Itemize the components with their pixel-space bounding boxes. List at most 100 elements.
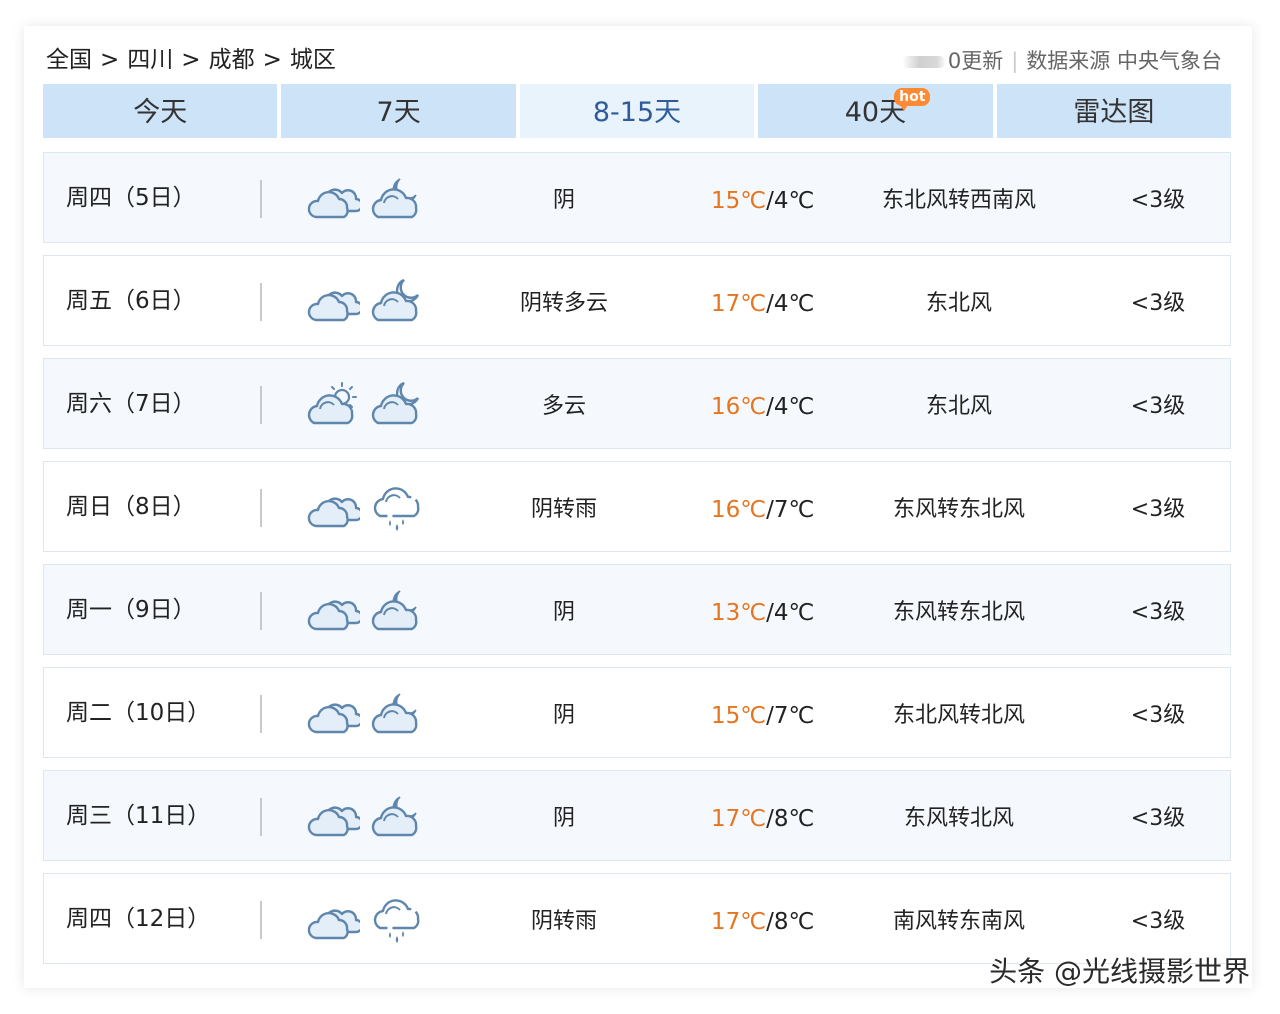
temperature-high: 17℃	[711, 806, 767, 832]
source-provider: 中央气象台	[1117, 49, 1222, 73]
wind-level: <3级	[1130, 188, 1186, 213]
tab-7-days[interactable]: 7天	[281, 84, 516, 138]
weather-condition: 阴	[552, 703, 575, 728]
temperature-high: 16℃	[711, 497, 767, 523]
day-label: 周三（11日）	[66, 803, 211, 829]
temperature: 17℃/8℃	[711, 874, 814, 970]
wind-level: <3级	[1130, 703, 1186, 728]
temperature-high: 13℃	[711, 600, 767, 626]
breadcrumb: 全国 > 四川 > 成都 > 城区	[46, 44, 336, 76]
breadcrumb-item-country[interactable]: 全国	[46, 47, 92, 73]
temperature-low: /4℃	[766, 600, 815, 626]
temperature: 15℃/4℃	[711, 153, 814, 249]
hot-badge: hot	[894, 88, 931, 111]
forecast-tabs: 今天 7天 8-15天 40天 hot 雷达图	[43, 84, 1232, 138]
temperature-low: /7℃	[766, 497, 815, 523]
watermark: 头条 @光线摄影世界	[989, 955, 1250, 988]
data-source: 0更新 | 数据来源 中央气象台	[901, 46, 1222, 76]
forecast-row: 周一（9日） 阴 13℃/4℃ 东风转东北风 <3级	[43, 564, 1231, 655]
day-label: 周六（7日）	[66, 391, 196, 417]
wind-level: <3级	[1130, 394, 1186, 419]
breadcrumb-separator: >	[262, 47, 282, 73]
update-text: 0更新	[947, 49, 1004, 73]
weather-icons	[306, 173, 436, 223]
tab-8-15-days[interactable]: 8-15天	[519, 84, 755, 138]
temperature-high: 16℃	[711, 394, 767, 420]
forecast-row: 周日（8日） 阴转雨 16℃/7℃ 东风转东北风 <3级	[43, 461, 1231, 552]
weather-icons	[306, 482, 436, 532]
tab-40-days[interactable]: 40天 hot	[758, 84, 993, 138]
divider	[260, 695, 262, 733]
wind-level: <3级	[1130, 291, 1186, 316]
tab-today[interactable]: 今天	[43, 84, 278, 138]
weather-icons	[306, 585, 436, 635]
divider: |	[1011, 49, 1019, 73]
tab-label: 今天	[133, 97, 188, 128]
day-label: 周四（12日）	[66, 906, 211, 932]
breadcrumb-item-city[interactable]: 成都	[209, 47, 255, 73]
temperature: 16℃/4℃	[711, 359, 814, 455]
wind-direction: 东北风转西南风	[881, 188, 1036, 213]
weather-condition: 多云	[541, 394, 586, 419]
breadcrumb-item-district: 城区	[289, 47, 336, 73]
source-label: 数据来源	[1026, 49, 1111, 73]
wind-direction: 东风转东北风	[892, 497, 1025, 522]
tab-radar[interactable]: 雷达图	[996, 84, 1232, 138]
wind-direction: 东风转北风	[903, 806, 1014, 831]
wind-level: <3级	[1130, 497, 1186, 522]
tab-label: 8-15天	[592, 97, 682, 128]
divider	[260, 901, 262, 939]
temperature: 15℃/7℃	[711, 668, 814, 764]
breadcrumb-separator: >	[181, 47, 201, 73]
temperature-low: /4℃	[766, 394, 815, 420]
temperature-low: /4℃	[766, 291, 815, 317]
breadcrumb-separator: >	[100, 47, 120, 73]
temperature-low: /7℃	[766, 703, 815, 729]
temperature-high: 15℃	[711, 703, 767, 729]
divider	[260, 592, 262, 630]
divider	[260, 489, 262, 527]
forecast-row: 周二（10日） 阴 15℃/7℃ 东北风转北风 <3级	[43, 667, 1231, 758]
wind-direction: 东风转东北风	[892, 600, 1025, 625]
forecast-list: 周四（5日） 阴 15℃/4℃ 东北风转西南风 <3级 周五（6日） 阴转多云 …	[43, 152, 1231, 976]
temperature-high: 15℃	[711, 188, 767, 214]
day-label: 周五（6日）	[66, 288, 196, 314]
weather-condition: 阴转雨	[530, 497, 597, 522]
forecast-row: 周六（7日） 多云 16℃/4℃ 东北风 <3级	[43, 358, 1231, 449]
weather-condition: 阴	[552, 600, 575, 625]
tab-label: 7天	[376, 97, 421, 128]
weather-icons	[306, 688, 436, 738]
temperature: 13℃/4℃	[711, 565, 814, 661]
wind-level: <3级	[1130, 600, 1186, 625]
divider	[260, 798, 262, 836]
divider	[260, 386, 262, 424]
day-label: 周日（8日）	[66, 494, 196, 520]
forecast-row: 周三（11日） 阴 17℃/8℃ 东风转北风 <3级	[43, 770, 1231, 861]
breadcrumb-item-province[interactable]: 四川	[127, 47, 173, 73]
wind-level: <3级	[1130, 806, 1186, 831]
weather-icons	[306, 379, 436, 429]
day-label: 周一（9日）	[66, 597, 196, 623]
temperature: 17℃/4℃	[711, 256, 814, 352]
divider	[260, 180, 262, 218]
forecast-row: 周四（5日） 阴 15℃/4℃ 东北风转西南风 <3级	[43, 152, 1231, 243]
temperature: 17℃/8℃	[711, 771, 814, 867]
day-label: 周二（10日）	[66, 700, 211, 726]
weather-icons	[306, 791, 436, 841]
temperature-low: /8℃	[766, 806, 815, 832]
temperature-high: 17℃	[711, 291, 767, 317]
weather-condition: 阴转雨	[530, 909, 597, 934]
weather-condition: 阴	[552, 188, 575, 213]
temperature: 16℃/7℃	[711, 462, 814, 558]
blurred-time	[901, 56, 946, 68]
temperature-low: /4℃	[766, 188, 815, 214]
day-label: 周四（5日）	[66, 185, 196, 211]
wind-direction: 东北风	[925, 394, 992, 419]
weather-icons	[306, 276, 436, 326]
wind-direction: 东北风	[925, 291, 992, 316]
weather-icons	[306, 894, 436, 944]
temperature-high: 17℃	[711, 909, 767, 935]
weather-condition: 阴转多云	[519, 291, 608, 316]
divider	[260, 283, 262, 321]
forecast-row: 周五（6日） 阴转多云 17℃/4℃ 东北风 <3级	[43, 255, 1231, 346]
